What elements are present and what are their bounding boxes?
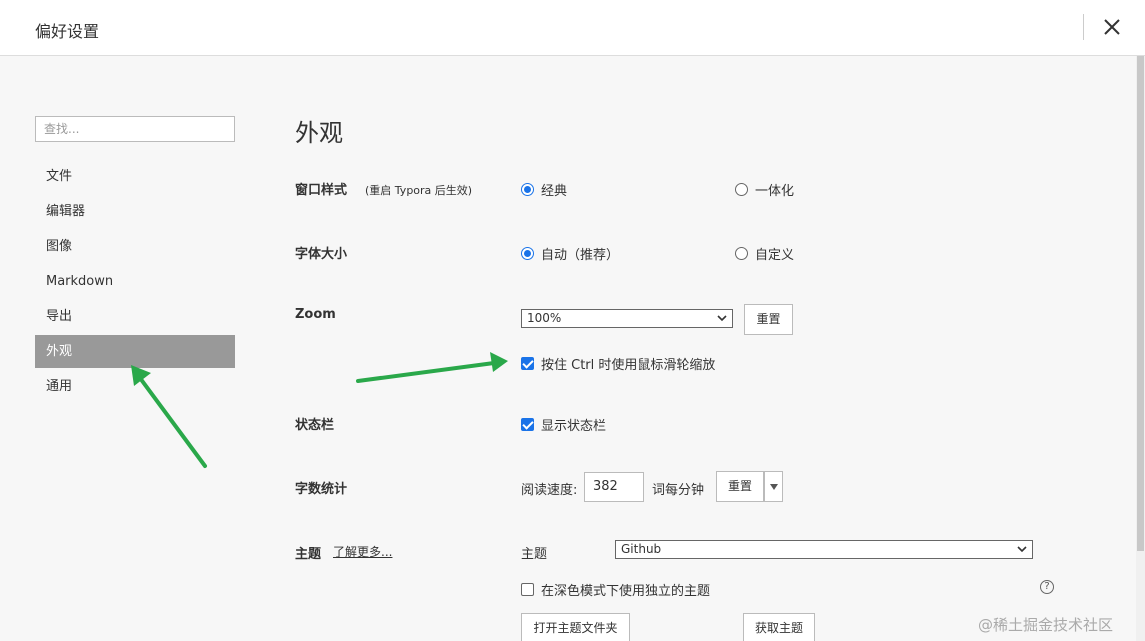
- sidebar-item-file[interactable]: 文件: [35, 160, 235, 193]
- reading-speed-unit: 词每分钟: [652, 483, 705, 498]
- learn-more-link[interactable]: 了解更多...: [333, 543, 392, 560]
- get-themes-button[interactable]: 获取主题: [743, 613, 815, 641]
- title-bar: 偏好设置: [0, 0, 1145, 56]
- checkbox-box: [521, 583, 534, 596]
- theme-label: 主题: [295, 547, 322, 562]
- caret-down-icon: [769, 484, 778, 490]
- scrollbar[interactable]: [1136, 56, 1145, 641]
- status-bar-label: 状态栏: [295, 418, 335, 433]
- theme-value: Github: [621, 542, 662, 556]
- radio-dot: [521, 183, 534, 196]
- radio-label: 自动（推荐）: [541, 248, 620, 263]
- checkbox-label: 按住 Ctrl 时使用鼠标滑轮缩放: [541, 358, 716, 373]
- radio-dot: [735, 247, 748, 260]
- show-status-bar-checkbox[interactable]: 显示状态栏: [521, 415, 606, 434]
- zoom-value: 100%: [527, 311, 562, 325]
- radio-dot: [735, 183, 748, 196]
- theme-field-label: 主题: [521, 547, 548, 562]
- font-size-custom-radio[interactable]: 自定义: [735, 244, 794, 263]
- sidebar-item-export[interactable]: 导出: [35, 300, 235, 333]
- sidebar-item-image[interactable]: 图像: [35, 230, 235, 263]
- window-style-title: 窗口样式: [295, 183, 348, 198]
- search-input[interactable]: [35, 116, 235, 142]
- radio-label: 自定义: [755, 248, 795, 263]
- zoom-select[interactable]: 100%: [521, 309, 733, 328]
- font-size-auto-radio[interactable]: 自动（推荐）: [521, 244, 619, 263]
- checkbox-box: [521, 357, 534, 370]
- title-separator: [1083, 14, 1084, 40]
- radio-label: 一体化: [755, 184, 795, 199]
- word-count-reset-dropdown[interactable]: [764, 471, 783, 502]
- theme-select[interactable]: Github: [615, 540, 1033, 559]
- sidebar-item-editor[interactable]: 编辑器: [35, 195, 235, 228]
- sidebar-nav: 文件 编辑器 图像 Markdown 导出 外观 通用: [35, 160, 235, 405]
- dark-mode-theme-checkbox[interactable]: 在深色模式下使用独立的主题: [521, 580, 710, 599]
- zoom-reset-button[interactable]: 重置: [744, 304, 793, 335]
- word-count-reset-button[interactable]: 重置: [716, 471, 764, 502]
- scrollbar-thumb[interactable]: [1137, 56, 1144, 551]
- arrow-to-ctrl-checkbox: [356, 352, 508, 383]
- close-icon[interactable]: [1101, 16, 1123, 38]
- sidebar-item-markdown[interactable]: Markdown: [35, 265, 235, 298]
- window-style-label: 窗口样式 (重启 Typora 后生效): [295, 179, 472, 198]
- open-theme-folder-button[interactable]: 打开主题文件夹: [521, 613, 630, 641]
- page-title: 外观: [295, 119, 343, 147]
- sidebar-item-appearance[interactable]: 外观: [35, 335, 235, 368]
- chevron-down-icon: [1017, 546, 1027, 553]
- radio-label: 经典: [541, 184, 568, 199]
- question-icon[interactable]: ?: [1040, 580, 1054, 594]
- ctrl-wheel-zoom-checkbox[interactable]: 按住 Ctrl 时使用鼠标滑轮缩放: [521, 354, 715, 373]
- chevron-down-icon: [717, 315, 727, 322]
- zoom-label: Zoom: [295, 307, 336, 322]
- radio-dot: [521, 247, 534, 260]
- window-style-note: (重启 Typora 后生效): [365, 184, 473, 197]
- window-style-unified-radio[interactable]: 一体化: [735, 180, 794, 199]
- word-count-label: 字数统计: [295, 482, 348, 497]
- sidebar-item-general[interactable]: 通用: [35, 370, 235, 403]
- checkbox-label: 显示状态栏: [541, 419, 607, 434]
- checkbox-label: 在深色模式下使用独立的主题: [541, 584, 711, 599]
- reading-speed-input[interactable]: 382: [584, 472, 644, 502]
- watermark: @稀土掘金技术社区: [978, 616, 1114, 634]
- window-title: 偏好设置: [35, 22, 100, 41]
- font-size-label: 字体大小: [295, 247, 348, 262]
- checkbox-box: [521, 418, 534, 431]
- reading-speed-label: 阅读速度:: [521, 483, 578, 498]
- window-style-classic-radio[interactable]: 经典: [521, 180, 567, 199]
